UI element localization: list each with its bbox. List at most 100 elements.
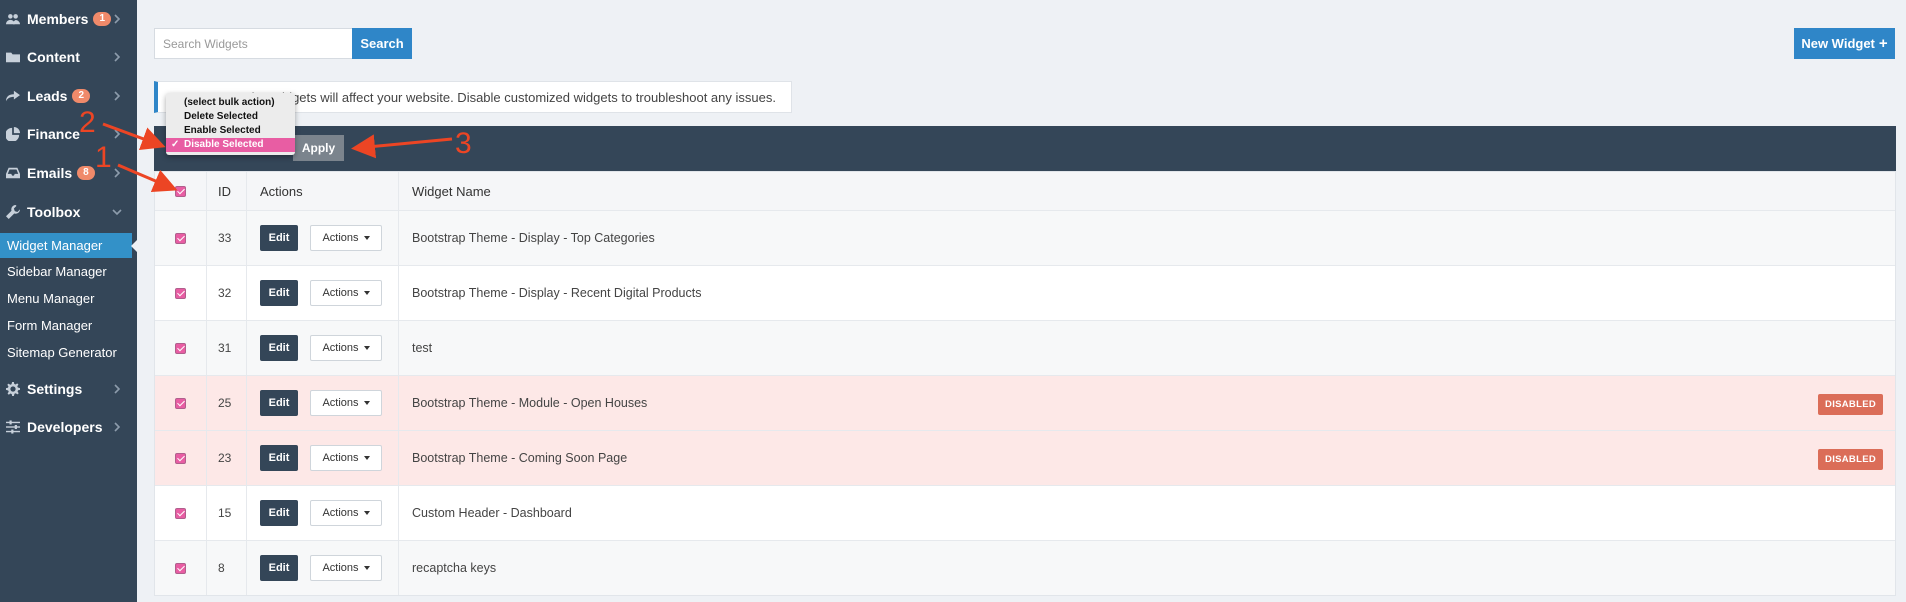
widget-id: 33 [207,211,247,265]
sidebar-item-label: Leads [27,88,68,104]
sidebar-item-emails[interactable]: Emails 8 [0,154,137,192]
bulk-option[interactable]: Enable Selected [166,124,295,138]
table-header: ID Actions Widget Name [155,172,1895,210]
checkmark-icon: ✓ [171,139,180,150]
actions-dropdown-button[interactable]: Actions [310,555,382,581]
status-badge: DISABLED [1818,394,1883,415]
caret-down-icon [363,291,370,295]
actions-dropdown-button[interactable]: Actions [310,335,382,361]
table-row: 25 Edit Actions Bootstrap Theme - Module - … [155,375,1895,430]
edit-button[interactable]: Edit [260,280,298,306]
actions-label: Actions [322,562,359,574]
widget-id: 25 [207,376,247,430]
table-row: 8 Edit Actions recaptcha keys [155,540,1895,595]
header-id: ID [207,172,247,210]
status-badge: DISABLED [1818,449,1883,470]
sidebar-item-label: Developers [27,419,103,435]
bulk-option-selected[interactable]: ✓ Disable Selected [166,138,295,152]
chevron-right-icon [111,12,123,24]
bulk-option-label: Disable Selected [184,139,264,150]
edit-button[interactable]: Edit [260,225,298,251]
table-row: 15 Edit Actions Custom Header - Dashboard [155,485,1895,540]
sidebar-item-label: Settings [27,381,83,397]
edit-button[interactable]: Edit [260,500,298,526]
sidebar-item-form-manager[interactable]: Form Manager [0,313,137,338]
gear-icon [6,382,20,396]
sidebar: Members 1 Content Leads 2 Finance Emails… [0,0,137,602]
caret-down-icon [363,511,370,515]
new-widget-button[interactable]: New Widget + [1794,28,1895,59]
folder-icon [6,50,20,64]
search-input[interactable] [154,28,354,59]
chevron-down-icon [111,205,123,217]
actions-label: Actions [322,397,359,409]
actions-dropdown-button[interactable]: Actions [310,225,382,251]
actions-dropdown-button[interactable]: Actions [310,500,382,526]
table-row: 31 Edit Actions test [155,320,1895,375]
row-checkbox[interactable] [175,287,186,299]
sidebar-item-menu-manager[interactable]: Menu Manager [0,286,137,311]
search-button[interactable]: Search [352,28,412,59]
edit-button[interactable]: Edit [260,555,298,581]
row-checkbox[interactable] [175,452,186,464]
actions-dropdown-button[interactable]: Actions [310,280,382,306]
edit-button[interactable]: Edit [260,390,298,416]
caret-down-icon [363,401,370,405]
users-icon [6,12,20,26]
widget-id: 31 [207,321,247,375]
wrench-icon [6,205,20,219]
sidebar-item-leads[interactable]: Leads 2 [0,77,137,115]
sidebar-item-developers[interactable]: Developers [0,408,137,446]
select-all-checkbox[interactable] [175,185,186,197]
sidebar-item-settings[interactable]: Settings [0,370,137,408]
widget-name: Bootstrap Theme - Coming Soon Page [412,451,628,465]
actions-label: Actions [322,232,359,244]
edit-button[interactable]: Edit [260,445,298,471]
sidebar-item-sidebar-manager[interactable]: Sidebar Manager [0,259,137,284]
header-actions: Actions [247,172,399,210]
row-checkbox[interactable] [175,397,186,409]
chevron-right-icon [111,420,123,432]
widget-name: Bootstrap Theme - Display - Top Categori… [412,231,655,245]
actions-label: Actions [322,287,359,299]
chevron-right-icon [111,382,123,394]
sidebar-item-label: Members [27,11,89,27]
widget-name: Custom Header - Dashboard [412,506,572,520]
actions-dropdown-button[interactable]: Actions [310,445,382,471]
sidebar-item-widget-manager[interactable]: Widget Manager [0,233,137,258]
edit-button[interactable]: Edit [260,335,298,361]
chevron-right-icon [111,89,123,101]
widget-id: 23 [207,431,247,485]
sidebar-item-sitemap-generator[interactable]: Sitemap Generator [0,340,137,365]
sidebar-item-label: Sitemap Generator [7,345,117,360]
count-badge: 8 [77,166,95,180]
sidebar-item-label: Content [27,49,80,65]
sidebar-item-members[interactable]: Members 1 [0,0,137,38]
row-checkbox[interactable] [175,507,186,519]
actions-dropdown-button[interactable]: Actions [310,390,382,416]
sidebar-item-label: Widget Manager [7,238,103,253]
bulk-option[interactable]: Delete Selected [166,110,295,124]
sidebar-item-content[interactable]: Content [0,38,137,76]
sidebar-item-toolbox[interactable]: Toolbox [0,193,137,231]
widget-name: recaptcha keys [412,561,497,575]
actions-label: Actions [322,342,359,354]
row-checkbox[interactable] [175,342,186,354]
sidebar-item-label: Form Manager [7,318,93,333]
widget-id: 8 [207,541,247,595]
count-badge: 1 [93,12,112,26]
inbox-icon [6,166,20,180]
row-checkbox[interactable] [175,232,186,244]
row-checkbox[interactable] [175,562,186,574]
caret-down-icon [363,346,370,350]
table-row: 32 Edit Actions Bootstrap Theme - Display -… [155,265,1895,320]
sidebar-item-label: Toolbox [27,204,81,220]
caret-down-icon [363,566,370,570]
apply-button[interactable]: Apply [293,135,344,161]
chevron-right-icon [111,50,123,62]
bulk-action-dropdown[interactable]: (select bulk action) Delete Selected Ena… [166,93,295,155]
bulk-option[interactable]: (select bulk action) [166,96,295,110]
sidebar-item-finance[interactable]: Finance [0,115,137,153]
chevron-right-icon [111,127,123,139]
caret-down-icon [363,456,370,460]
